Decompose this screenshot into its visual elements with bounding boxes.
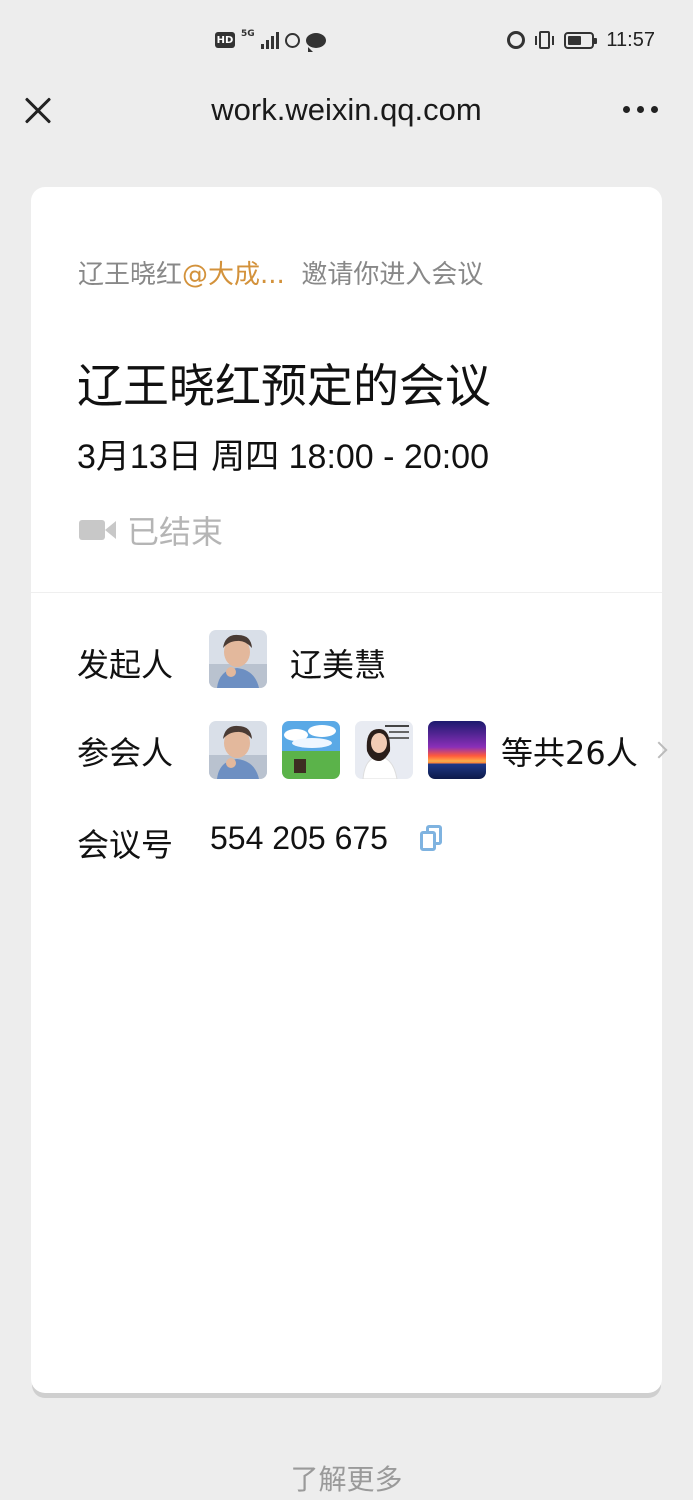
attendees-label: 参会人 (77, 734, 174, 772)
status-bar: HD 5G 11:57 (0, 0, 693, 78)
status-text: 已结束 (127, 513, 224, 551)
meeting-time: 3月13日 周四 18:00 - 20:00 (77, 438, 490, 476)
attendees-count[interactable]: 等共26人 (501, 728, 638, 774)
battery-icon (564, 31, 598, 49)
video-camera-icon (79, 517, 117, 543)
status-left: HD 5G (215, 27, 326, 53)
vibrate-icon (535, 31, 555, 49)
copy-icon[interactable] (420, 825, 444, 853)
alarm-icon (507, 31, 526, 49)
page-url: work.weixin.qq.com (211, 92, 482, 127)
status-right: 11:57 (507, 27, 655, 53)
invite-text: 邀请你进入会议 (301, 260, 484, 290)
circle-icon (284, 32, 300, 48)
more-icon[interactable] (623, 106, 658, 113)
meeting-title: 辽王晓红预定的会议 (77, 359, 491, 413)
meeting-id-label: 会议号 (77, 826, 174, 864)
chevron-right-icon[interactable] (650, 741, 668, 759)
mention-tag: @大成... (182, 260, 285, 290)
attendee-avatar[interactable] (355, 721, 413, 779)
learn-more-link[interactable]: 了解更多 (0, 1458, 693, 1498)
meeting-card: 辽王晓红@大成... 邀请你进入会议 辽王晓红预定的会议 3月13日 周四 18… (31, 187, 668, 1393)
organizer-label: 发起人 (77, 646, 174, 684)
signal-icon (260, 31, 279, 49)
inviter-name: 辽王晓红 (78, 260, 183, 290)
status-time: 11:57 (606, 28, 655, 51)
organizer-name: 辽美慧 (290, 646, 387, 684)
attendee-avatar[interactable] (428, 721, 486, 779)
hd-icon: HD (215, 32, 235, 48)
meeting-status: 已结束 (79, 507, 223, 553)
meeting-id: 554 205 675 (210, 820, 388, 856)
title-bar: work.weixin.qq.com (0, 78, 693, 158)
attendee-avatar[interactable] (282, 721, 340, 779)
network-type: 5G (241, 28, 255, 39)
organizer-avatar[interactable] (209, 630, 267, 688)
invite-line: 辽王晓红@大成... 邀请你进入会议 (78, 254, 483, 291)
message-icon (305, 32, 326, 52)
divider (31, 592, 662, 593)
attendee-avatar[interactable] (209, 721, 267, 779)
